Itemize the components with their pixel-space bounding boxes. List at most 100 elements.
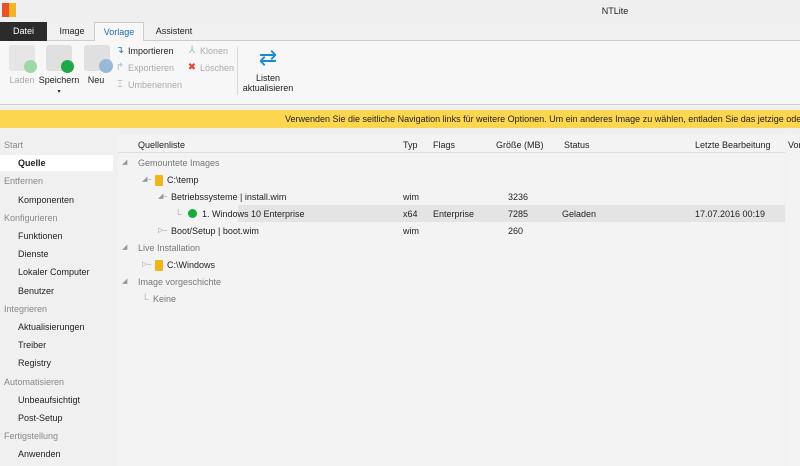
sidebar-item[interactable]: Aktualisierungen xyxy=(0,319,113,335)
klonen-label: Klonen xyxy=(200,46,229,56)
info-banner: Verwenden Sie die seitliche Navigation l… xyxy=(0,110,800,128)
source-list: Quellenliste Typ Flags Größe (MB) Status… xyxy=(118,135,785,466)
group-live[interactable]: ◢ Live Installation xyxy=(118,239,785,256)
exportieren-label: Exportieren xyxy=(128,63,175,73)
item-size: 7285 xyxy=(508,209,529,219)
item-size: 260 xyxy=(508,226,524,236)
umbenennen-button[interactable]: ⌶ Umbenennen xyxy=(115,79,183,91)
ribbon-tabs: Datei Image Vorlage Assistent xyxy=(0,22,800,42)
item-label: C:\Windows xyxy=(167,260,216,270)
neu-label: Neu xyxy=(87,75,105,85)
item-typ: wim xyxy=(403,192,419,202)
sidebar-section-header: Entfernen xyxy=(4,176,44,187)
group-label: Live Installation xyxy=(138,243,201,253)
klonen-button[interactable]: ⅄ Klonen xyxy=(187,45,229,57)
col-size[interactable]: Größe (MB) xyxy=(496,140,544,150)
col-quellenliste[interactable]: Quellenliste xyxy=(138,140,185,150)
refresh-icon: ⇄ xyxy=(258,45,278,70)
item-flags: Enterprise xyxy=(433,209,475,219)
expand-icon[interactable]: ◢ xyxy=(122,243,127,251)
rename-icon: ⌶ xyxy=(117,79,123,90)
group-label: Image vorgeschichte xyxy=(138,277,222,287)
tree-item-none: └ Keine xyxy=(142,294,177,304)
export-icon: ↱ xyxy=(115,62,125,73)
expand-icon[interactable]: ◢ xyxy=(122,158,127,166)
speichern-label: Speichern xyxy=(38,75,80,85)
importieren-label: Importieren xyxy=(128,46,174,56)
load-icon xyxy=(9,45,37,73)
tree-item-boot[interactable]: ▷– Boot/Setup | boot.wim wim 260 xyxy=(118,222,785,239)
sidebar-item[interactable]: Lokaler Computer xyxy=(0,264,113,280)
tab-assistent[interactable]: Assistent xyxy=(148,22,200,41)
loeschen-label: Löschen xyxy=(200,63,235,73)
laden-label: Laden xyxy=(9,75,35,85)
tree-item-windows[interactable]: ▷– C:\Windows xyxy=(118,256,785,273)
item-label: 1. Windows 10 Enterprise xyxy=(202,209,305,219)
col-date[interactable]: Letzte Bearbeitung xyxy=(695,140,771,150)
item-typ: x64 xyxy=(403,209,418,219)
clone-icon: ⅄ xyxy=(188,45,196,56)
sidebar-item[interactable]: Registry xyxy=(0,355,113,371)
new-icon xyxy=(84,45,113,73)
sidebar-item[interactable]: Post-Setup xyxy=(0,410,113,426)
exportieren-button[interactable]: ↱ Exportieren xyxy=(115,62,175,74)
folder-icon xyxy=(155,260,163,271)
laden-button[interactable]: Laden xyxy=(6,45,38,85)
col-status[interactable]: Status xyxy=(564,140,590,150)
list-header: Quellenliste Typ Flags Größe (MB) Status… xyxy=(118,135,785,153)
sidebar-item[interactable]: Quelle xyxy=(0,155,113,172)
right-pane: Vorl xyxy=(786,135,800,466)
sidebar-item[interactable]: Unbeaufsichtigt xyxy=(0,392,113,408)
sidebar-section-header: Integrieren xyxy=(4,303,48,314)
item-date: 17.07.2016 00:19 xyxy=(695,209,766,219)
loeschen-button[interactable]: ✖ Löschen xyxy=(187,62,235,74)
col-typ[interactable]: Typ xyxy=(403,140,418,150)
col-flags[interactable]: Flags xyxy=(433,140,455,150)
sidebar-item[interactable]: Anwenden xyxy=(0,446,113,462)
importieren-button[interactable]: ↴ Importieren xyxy=(115,45,174,57)
tab-image[interactable]: Image xyxy=(50,22,94,41)
neu-button[interactable]: Neu xyxy=(84,45,113,85)
listen-aktualisieren-button[interactable]: ⇄ Listen aktualisieren xyxy=(242,45,294,93)
item-label: Betriebssysteme | install.wim xyxy=(171,192,287,202)
sidebar-section-header: Start xyxy=(4,140,24,150)
tab-datei[interactable]: Datei xyxy=(0,22,47,41)
item-size: 3236 xyxy=(508,192,529,202)
sidebar-item[interactable]: Komponenten xyxy=(0,192,113,208)
title-bar: NTLite xyxy=(0,0,800,22)
import-icon: ↴ xyxy=(115,45,125,56)
sidebar-section-header: Fertigstellung xyxy=(4,431,59,442)
right-pane-header: Vorl xyxy=(788,140,800,150)
sidebar-item[interactable]: Benutzer xyxy=(0,283,113,299)
ribbon-separator xyxy=(237,47,238,95)
tree-item-temp[interactable]: ◢– C:\temp xyxy=(118,171,785,188)
item-status: Geladen xyxy=(562,209,597,219)
save-icon xyxy=(46,45,74,73)
sidebar-section-header: Automatisieren xyxy=(4,376,65,387)
folder-icon xyxy=(155,175,163,186)
tree-item-win10[interactable]: └ 1. Windows 10 Enterprise x64 Enterprise 72… xyxy=(118,205,785,222)
item-label: Keine xyxy=(153,294,177,304)
item-typ: wim xyxy=(403,226,419,236)
sidebar-item[interactable]: Treiber xyxy=(0,337,113,353)
ribbon: Laden Speichern ▾ Neu ↴ Importieren ↱ Expor… xyxy=(0,41,800,105)
tree-item-install[interactable]: ◢– Betriebssysteme | install.wim wim 3236 xyxy=(118,188,785,205)
speichern-button[interactable]: Speichern ▾ xyxy=(38,45,80,95)
expand-icon[interactable]: ◢ xyxy=(122,277,127,285)
aktualisieren-label: aktualisieren xyxy=(242,83,294,93)
sidebar-item[interactable]: Funktionen xyxy=(0,228,113,244)
sidebar-item[interactable]: Dienste xyxy=(0,246,113,262)
delete-icon: ✖ xyxy=(187,62,197,73)
umbenennen-label: Umbenennen xyxy=(128,80,183,90)
group-history[interactable]: ◢ Image vorgeschichte xyxy=(118,273,785,290)
window-title: NTLite xyxy=(601,6,629,16)
group-label: Gemountete Images xyxy=(138,158,220,168)
sidebar: Start Quelle Entfernen Komponenten Konfiguri… xyxy=(0,135,117,466)
tab-vorlage[interactable]: Vorlage xyxy=(94,22,144,42)
listen-label: Listen xyxy=(255,73,281,83)
item-label: C:\temp xyxy=(167,175,199,185)
sidebar-section-header: Konfigurieren xyxy=(4,212,58,223)
item-label: Boot/Setup | boot.wim xyxy=(171,226,259,236)
status-loaded-icon xyxy=(188,209,197,218)
group-mounted[interactable]: ◢ Gemountete Images xyxy=(118,154,785,171)
